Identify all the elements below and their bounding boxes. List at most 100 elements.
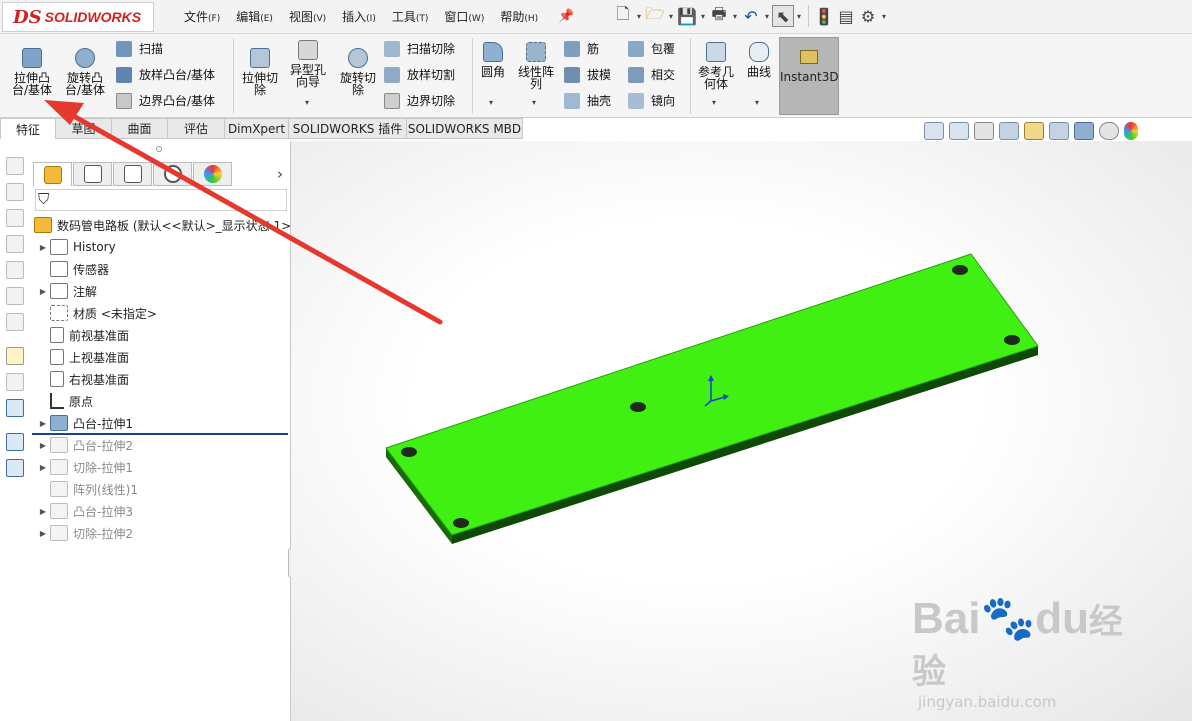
view-cube-icon[interactable] — [6, 235, 24, 253]
tree-item-right-plane[interactable]: 右视基准面 — [36, 368, 129, 390]
menu-window[interactable]: 窗口(W) — [444, 8, 484, 25]
copy-view-icon[interactable] — [6, 433, 24, 451]
print-icon[interactable]: 🖶 — [708, 4, 730, 27]
file-properties-icon[interactable]: ▤ — [835, 5, 857, 27]
menu-insert[interactable]: 插入(I) — [342, 8, 376, 25]
new-document-icon[interactable]: 🗋 — [612, 4, 634, 27]
menu-file[interactable]: 文件(F) — [184, 8, 220, 25]
display-pane-icon[interactable] — [6, 399, 24, 417]
view-cube-icon[interactable] — [6, 261, 24, 279]
tree-item-top-plane[interactable]: 上视基准面 — [36, 346, 129, 368]
tab-property-manager[interactable] — [73, 162, 112, 186]
tab-surfaces[interactable]: 曲面 — [112, 118, 168, 139]
chevron-down-icon[interactable]: ▾ — [755, 98, 759, 107]
tree-item-linear-pattern1[interactable]: 阵列(线性)1 — [36, 478, 138, 500]
rib-button[interactable]: 筋 — [564, 40, 599, 57]
display-style-icon[interactable] — [1074, 122, 1094, 140]
tree-item-annotations[interactable]: ▶ 注解 — [36, 280, 97, 302]
curves-button[interactable]: 曲线 — [742, 42, 776, 78]
view-cube-icon[interactable] — [6, 313, 24, 331]
chevron-down-icon[interactable]: ▾ — [762, 12, 772, 21]
boundary-boss-button[interactable]: 边界凸台/基体 — [116, 92, 215, 109]
panel-grip-dot[interactable] — [156, 146, 162, 152]
save-icon[interactable]: 💾 — [676, 5, 698, 27]
wrap-button[interactable]: 包覆 — [628, 40, 675, 57]
solidworks-logo[interactable]: DS SOLIDWORKS — [2, 2, 154, 32]
sweep-cut-button[interactable]: 扫描切除 — [384, 40, 455, 57]
tab-feature-tree[interactable] — [33, 162, 72, 186]
revolve-boss-button[interactable]: 旋转凸 台/基体 — [61, 48, 109, 96]
zoom-to-fit-icon[interactable] — [924, 122, 944, 140]
graphics-area[interactable]: Bai🐾du经验 jingyan.baidu.com — [291, 141, 1192, 721]
mounting-hole[interactable] — [401, 447, 417, 457]
chevron-down-icon[interactable]: ▾ — [489, 98, 493, 107]
plate-top-face[interactable] — [385, 253, 1039, 536]
sweep-button[interactable]: 扫描 — [116, 40, 163, 57]
mounting-hole[interactable] — [1004, 335, 1020, 345]
tree-item-boss-extrude2[interactable]: ▶ 凸台-拉伸2 — [36, 434, 133, 456]
reference-geometry-button[interactable]: 参考几 何体 — [694, 42, 738, 90]
chevron-down-icon[interactable]: ▾ — [634, 12, 644, 21]
select-cursor-icon[interactable]: ⬉ — [772, 5, 794, 27]
tab-solidworks-addins[interactable]: SOLIDWORKS 插件 — [289, 118, 407, 139]
loft-boss-button[interactable]: 放样凸台/基体 — [116, 66, 215, 83]
chevron-down-icon[interactable]: ▾ — [794, 12, 804, 21]
edit-tool-icon[interactable] — [6, 373, 24, 391]
tree-item-front-plane[interactable]: 前视基准面 — [36, 324, 129, 346]
tab-configuration-manager[interactable] — [113, 162, 152, 186]
extrude-boss-button[interactable]: 拉伸凸 台/基体 — [8, 48, 56, 96]
filter-box[interactable]: ⛉ — [35, 189, 287, 211]
tree-item-cut-extrude1[interactable]: ▶ 切除-拉伸1 — [36, 456, 133, 478]
extrude-cut-button[interactable]: 拉伸切 除 — [238, 48, 282, 96]
undo-icon[interactable]: ↶ — [740, 5, 762, 27]
tab-dimxpert-manager[interactable] — [153, 162, 192, 186]
dynamic-annotation-icon[interactable] — [1024, 122, 1044, 140]
chevron-down-icon[interactable]: ▾ — [666, 12, 676, 21]
open-folder-icon[interactable]: 🗁 — [644, 4, 666, 27]
chevron-down-icon[interactable]: ▾ — [532, 98, 536, 107]
chevron-right-icon[interactable]: › — [277, 162, 283, 186]
tree-item-boss-extrude1[interactable]: ▶ 凸台-拉伸1 — [36, 412, 133, 434]
tab-features[interactable]: 特征 — [0, 118, 56, 139]
view-orientation-icon[interactable] — [1049, 122, 1069, 140]
chevron-down-icon[interactable]: ▾ — [879, 12, 889, 21]
linear-pattern-button[interactable]: 线性阵 列 — [514, 42, 558, 90]
boundary-cut-button[interactable]: 边界切除 — [384, 92, 455, 109]
shell-button[interactable]: 抽壳 — [564, 92, 611, 109]
tree-item-material[interactable]: 材质 <未指定> — [36, 302, 157, 324]
smart-select-icon[interactable] — [6, 347, 24, 365]
pin-icon[interactable]: 📌 — [558, 9, 574, 24]
chevron-down-icon[interactable]: ▾ — [712, 98, 716, 107]
hide-show-items-icon[interactable] — [1099, 122, 1119, 140]
tab-solidworks-mbd[interactable]: SOLIDWORKS MBD — [407, 118, 523, 139]
menu-edit[interactable]: 编辑(E) — [236, 8, 273, 25]
options-gear-icon[interactable]: ⚙ — [857, 5, 879, 27]
hole-wizard-button[interactable]: 异型孔 向导 — [286, 40, 330, 88]
mounting-hole[interactable] — [630, 402, 646, 412]
tree-item-history[interactable]: ▶ History — [36, 236, 116, 258]
draft-button[interactable]: 拔模 — [564, 66, 611, 83]
view-cube-icon[interactable] — [6, 157, 24, 175]
menu-help[interactable]: 帮助(H) — [500, 8, 538, 25]
expand-arrow-icon[interactable]: ▶ — [36, 419, 50, 428]
tree-item-cut-extrude2[interactable]: ▶ 切除-拉伸2 — [36, 522, 133, 544]
view-cube-icon[interactable] — [6, 183, 24, 201]
menu-view[interactable]: 视图(V) — [289, 8, 326, 25]
intersect-button[interactable]: 相交 — [628, 66, 675, 83]
view-cube-icon[interactable] — [6, 209, 24, 227]
tree-item-sensors[interactable]: 传感器 — [36, 258, 109, 280]
instant3d-button[interactable]: Instant3D — [779, 37, 839, 115]
traffic-light-icon[interactable]: 🚦 — [813, 5, 835, 27]
window-view-icon[interactable] — [6, 459, 24, 477]
loft-cut-button[interactable]: 放样切割 — [384, 66, 455, 83]
view-cube-icon[interactable] — [6, 287, 24, 305]
tab-sketch[interactable]: 草图 — [56, 118, 112, 139]
zoom-to-area-icon[interactable] — [949, 122, 969, 140]
revolve-cut-button[interactable]: 旋转切 除 — [336, 48, 380, 96]
tree-root-part[interactable]: 数码管电路板 (默认<<默认>_显示状态 1> — [34, 214, 291, 236]
expand-arrow-icon[interactable]: ▶ — [36, 287, 50, 296]
section-view-icon[interactable] — [999, 122, 1019, 140]
tab-display-manager[interactable] — [193, 162, 232, 186]
tree-item-boss-extrude3[interactable]: ▶ 凸台-拉伸3 — [36, 500, 133, 522]
tab-dimxpert[interactable]: DimXpert — [225, 118, 289, 139]
